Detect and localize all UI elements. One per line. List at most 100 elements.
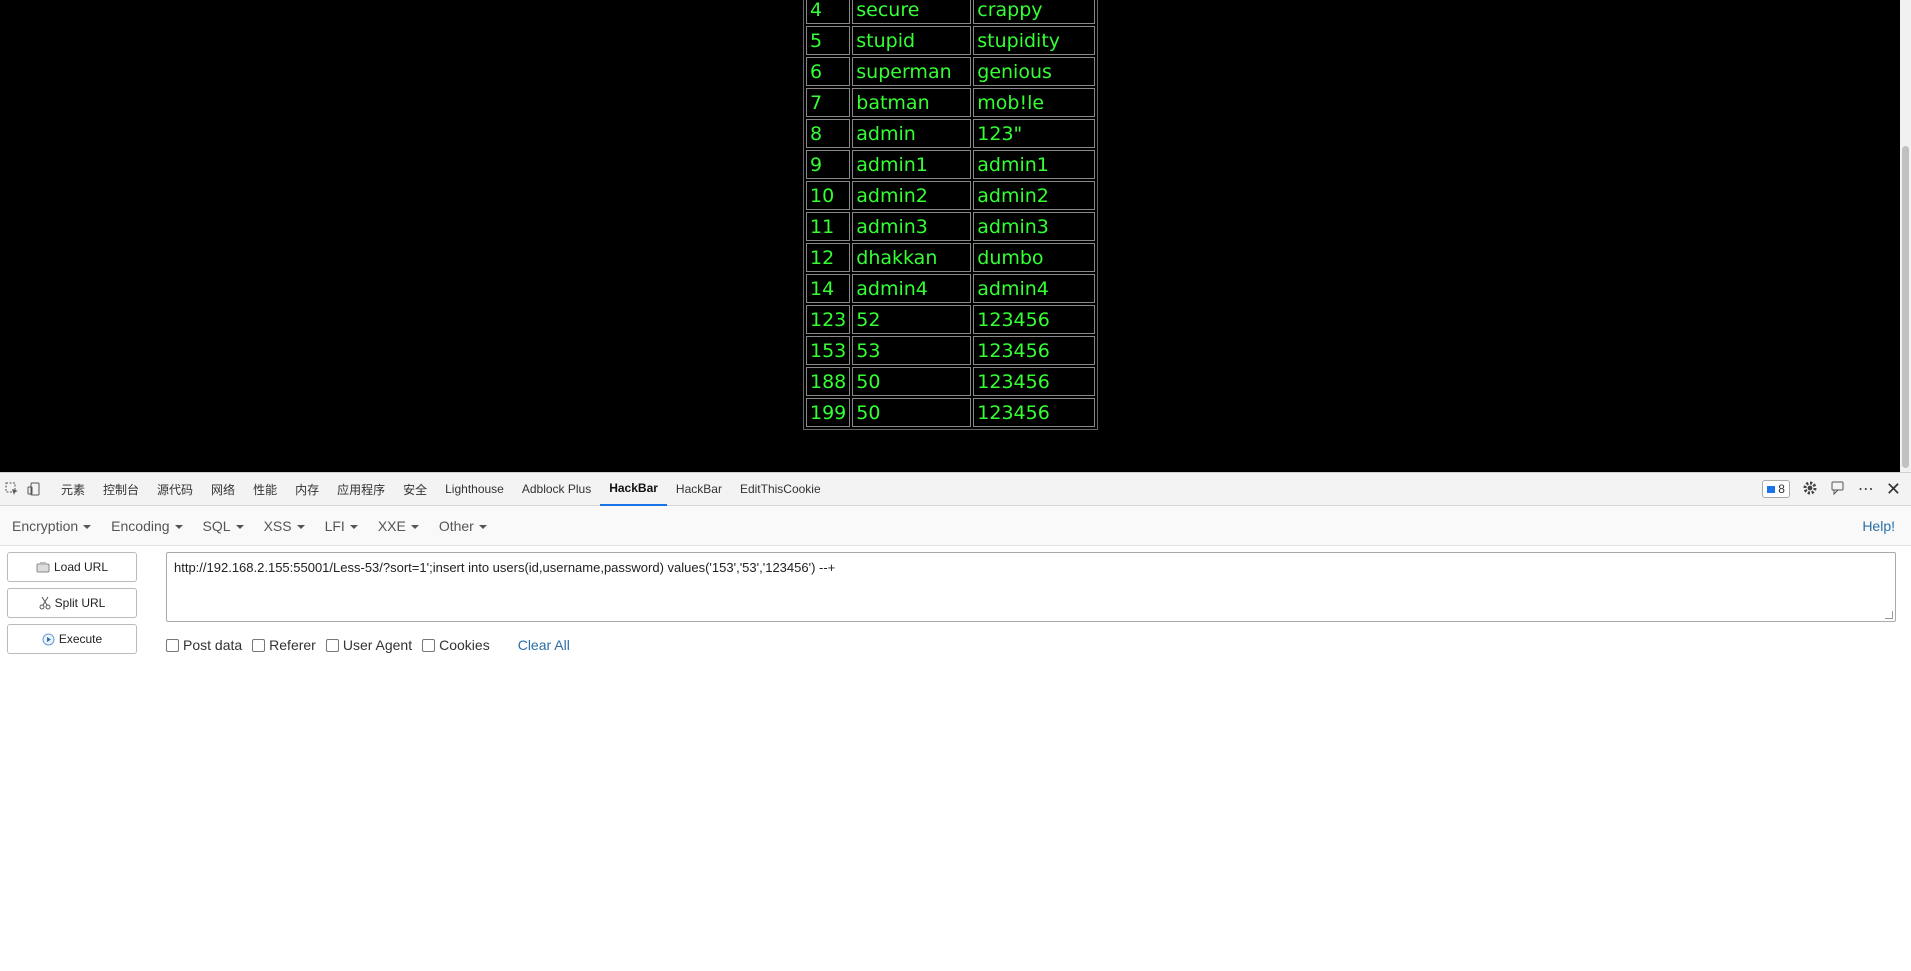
username-cell: admin2	[852, 181, 972, 210]
password-cell: 123456	[973, 336, 1096, 365]
devtools-tab[interactable]: HackBar	[667, 473, 731, 506]
username-cell: admin1	[852, 150, 972, 179]
option-cookies[interactable]: Cookies	[422, 637, 490, 653]
inspect-element-icon[interactable]	[2, 479, 22, 499]
hackbar-menu-item[interactable]: XSS	[252, 518, 313, 534]
password-cell: stupidity	[973, 26, 1096, 55]
devtools-tab[interactable]: 网络	[202, 473, 244, 506]
option-user-agent[interactable]: User Agent	[325, 637, 412, 653]
hackbar-menu-item[interactable]: Encoding	[99, 518, 190, 534]
table-row: 12 dhakkan dumbo	[806, 243, 1096, 272]
hackbar-menu-item[interactable]: Other	[427, 518, 495, 534]
hackbar-menu-item[interactable]: Encryption	[0, 518, 99, 534]
devtools-tab[interactable]: Adblock Plus	[513, 473, 600, 506]
username-cell: batman	[852, 88, 972, 117]
password-cell: admin2	[973, 181, 1096, 210]
hackbar-menu: Encryption Encoding SQL XSS LFI XXE Other Help…	[0, 506, 1911, 546]
checkbox[interactable]	[166, 638, 179, 652]
users-table: 4 secure crappy 5 stupid stupidity 6 superman ge…	[803, 0, 1099, 430]
checkbox[interactable]	[325, 638, 339, 652]
devtools-tab[interactable]: 安全	[394, 473, 436, 506]
password-cell: 123456	[973, 305, 1096, 334]
checkbox[interactable]	[252, 638, 266, 652]
password-cell: 123456	[973, 367, 1096, 396]
url-textarea[interactable]: http://192.168.2.155:55001/Less-53/?sort…	[166, 552, 1896, 622]
hackbar-menu-label: XSS	[263, 517, 292, 534]
hackbar-menu-label: SQL	[202, 517, 231, 534]
devtools-tab[interactable]: 元素	[52, 473, 94, 506]
option-post-data[interactable]: Post data	[166, 637, 242, 653]
hackbar-menu-item[interactable]: LFI	[313, 518, 366, 534]
load-url-label: Load URL	[53, 560, 109, 574]
table-row: 11 admin3 admin3	[806, 212, 1096, 241]
table-row: 5 stupid stupidity	[806, 26, 1096, 55]
table-row: 199 50 123456	[806, 398, 1096, 427]
username-cell: 53	[852, 336, 972, 365]
issues-count: 8	[1778, 482, 1785, 496]
id-cell: 14	[806, 274, 851, 303]
hackbar-menu-label: LFI	[324, 517, 345, 534]
table-row: 9 admin1 admin1	[806, 150, 1096, 179]
password-cell: genious	[973, 57, 1096, 86]
caret-down-icon	[296, 524, 305, 529]
caret-down-icon	[410, 524, 419, 529]
devtools-tab[interactable]: Lighthouse	[436, 473, 513, 506]
id-cell: 188	[806, 367, 851, 396]
id-cell: 7	[806, 88, 851, 117]
hackbar-menu-items: Encryption Encoding SQL XSS LFI XXE Other	[0, 518, 495, 534]
split-url-button[interactable]: Split URL	[7, 588, 137, 618]
checkbox[interactable]	[422, 638, 436, 652]
password-cell: admin3	[973, 212, 1096, 241]
gear-icon[interactable]	[1802, 480, 1818, 499]
devtools-tab[interactable]: 源代码	[148, 473, 202, 506]
clear-all-link[interactable]: Clear All	[518, 637, 570, 653]
table-row: 153 53 123456	[806, 336, 1096, 365]
id-cell: 123	[806, 305, 851, 334]
hackbar-options: Post data Referer User Agent Cookies Clear …	[166, 637, 570, 653]
id-cell: 6	[806, 57, 851, 86]
id-cell: 4	[806, 0, 851, 24]
hackbar-menu-label: XXE	[377, 517, 406, 534]
scrollbar-thumb[interactable]	[1902, 146, 1909, 468]
devtools-tab[interactable]: 控制台	[94, 473, 148, 506]
caret-down-icon	[83, 524, 92, 529]
devtools-tab[interactable]: 内存	[286, 473, 328, 506]
execute-label: Execute	[58, 632, 103, 646]
load-url-button[interactable]: Load URL	[7, 552, 137, 582]
table-row: 188 50 123456	[806, 367, 1096, 396]
issues-icon	[1767, 485, 1776, 493]
option-checkboxes: Post data Referer User Agent Cookies	[166, 637, 500, 653]
password-cell: 123456	[973, 398, 1096, 427]
issues-badge[interactable]: 8	[1762, 480, 1790, 498]
feedback-icon[interactable]	[1830, 480, 1846, 499]
devtools-tab[interactable]: HackBar	[600, 473, 667, 506]
device-toolbar-icon[interactable]	[24, 479, 44, 499]
devtools-tab[interactable]: EditThisCookie	[731, 473, 830, 506]
devtools-tab[interactable]: 应用程序	[328, 473, 394, 506]
close-icon[interactable]: ✕	[1886, 479, 1901, 500]
help-link[interactable]: Help!	[1862, 518, 1895, 534]
split-url-label: Split URL	[54, 596, 106, 610]
id-cell: 153	[806, 336, 851, 365]
play-icon	[42, 633, 55, 645]
checkbox-label: Post data	[183, 637, 243, 653]
more-options-icon[interactable]: ⋯	[1858, 479, 1874, 499]
hackbar-menu-item[interactable]: XXE	[366, 518, 427, 534]
id-cell: 9	[806, 150, 851, 179]
hackbar-menu-item[interactable]: SQL	[191, 518, 252, 534]
hackbar-menu-label: Encoding	[111, 517, 170, 534]
username-cell: admin4	[852, 274, 972, 303]
checkbox-label: Referer	[269, 637, 316, 653]
page-scrollbar[interactable]	[1900, 0, 1911, 472]
resize-grip-icon[interactable]	[1885, 611, 1893, 619]
id-cell: 5	[806, 26, 851, 55]
table-row: 123 52 123456	[806, 305, 1096, 334]
execute-button[interactable]: Execute	[7, 624, 137, 654]
username-cell: superman	[852, 57, 972, 86]
table-row: 7 batman mob!le	[806, 88, 1096, 117]
table-row: 10 admin2 admin2	[806, 181, 1096, 210]
devtools-tab[interactable]: 性能	[244, 473, 286, 506]
checkbox-label: Cookies	[439, 637, 490, 653]
username-cell: secure	[852, 0, 972, 24]
option-referer[interactable]: Referer	[252, 637, 316, 653]
